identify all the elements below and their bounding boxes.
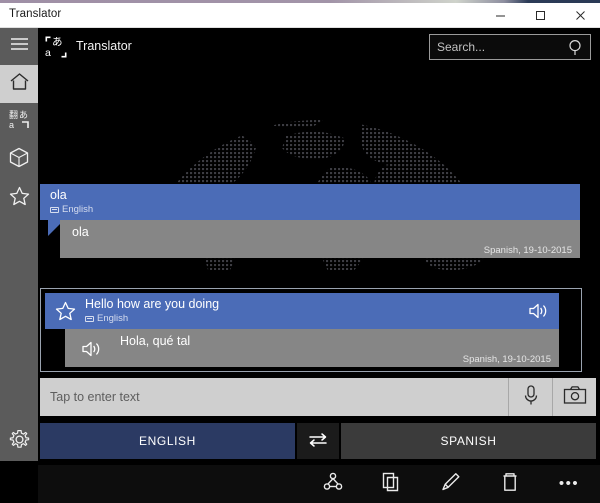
svg-text:a: a xyxy=(45,47,51,59)
source-language-button[interactable]: ENGLISH xyxy=(40,423,295,459)
keyboard-icon xyxy=(85,315,94,322)
source-text: Hello how are you doing xyxy=(85,297,220,311)
translation-bubble[interactable]: ola Spanish, 19-10-2015 xyxy=(60,220,580,258)
close-button[interactable] xyxy=(560,3,600,28)
title-bar: Translator xyxy=(0,3,600,28)
translate-input[interactable] xyxy=(40,378,508,416)
sidebar-item-home[interactable] xyxy=(0,65,38,103)
copy-button[interactable] xyxy=(379,471,405,497)
microphone-button[interactable] xyxy=(508,378,552,416)
main-content: ola English ola Spanish, 19-10-2015 Hell… xyxy=(38,66,600,503)
language-selector-row: ENGLISH SPANISH xyxy=(40,423,596,459)
translate-icon: 翻 あ a xyxy=(9,109,30,135)
pencil-icon xyxy=(440,471,462,498)
maximize-button[interactable] xyxy=(520,3,560,28)
gear-icon xyxy=(9,429,30,455)
conversation-entry-selected[interactable]: Hello how are you doing English Hola, qu… xyxy=(40,288,582,372)
window-controls xyxy=(480,3,600,28)
speaker-icon[interactable] xyxy=(528,301,549,326)
more-button[interactable]: ••• xyxy=(556,471,582,497)
sidebar-item-translate[interactable]: 翻 あ a xyxy=(0,103,38,141)
swap-arrows-icon xyxy=(307,431,329,452)
search-input[interactable] xyxy=(437,35,563,59)
source-language: English xyxy=(50,204,93,215)
camera-button[interactable] xyxy=(552,378,596,416)
source-bubble[interactable]: ola English xyxy=(40,184,580,236)
minimize-button[interactable] xyxy=(480,3,520,28)
sidebar-item-menu[interactable] xyxy=(0,28,38,65)
share-icon xyxy=(322,471,344,498)
source-language-label: English xyxy=(62,204,94,215)
app-title: Translator xyxy=(76,39,132,53)
microphone-icon xyxy=(521,384,541,411)
conversation-entry[interactable]: ola English ola Spanish, 19-10-2015 xyxy=(40,184,580,258)
swap-languages-button[interactable] xyxy=(297,423,339,459)
text-input-row[interactable] xyxy=(40,378,596,416)
translation-text: ola xyxy=(72,225,89,239)
speaker-icon[interactable] xyxy=(81,339,102,364)
translation-bubble[interactable]: Hola, qué tal Spanish, 19-10-2015 xyxy=(65,329,559,367)
search-icon[interactable] xyxy=(568,39,585,61)
svg-text:あ: あ xyxy=(52,36,63,48)
search-box[interactable] xyxy=(429,34,591,60)
translation-text: Hola, qué tal xyxy=(120,334,191,348)
source-language-label: English xyxy=(97,313,129,324)
delete-button[interactable] xyxy=(497,471,523,497)
hamburger-icon xyxy=(10,37,29,56)
window-title: Translator xyxy=(9,8,62,20)
svg-text:a: a xyxy=(9,120,14,130)
target-language-button[interactable]: SPANISH xyxy=(341,423,596,459)
translation-meta: Spanish, 19-10-2015 xyxy=(483,245,572,256)
translator-logo-icon: あ a xyxy=(44,35,68,59)
translation-meta: Spanish, 19-10-2015 xyxy=(462,354,551,365)
rail-spacer xyxy=(0,461,38,503)
source-text: ola xyxy=(50,188,67,202)
svg-text:あ: あ xyxy=(19,110,28,120)
trash-icon xyxy=(499,471,521,498)
copy-icon xyxy=(381,471,403,498)
keyboard-icon xyxy=(50,206,59,213)
translator-window: Translator 翻 あ a あ a Translator Search..… xyxy=(0,0,600,503)
navigation-rail: 翻 あ a xyxy=(0,28,38,503)
cube-icon xyxy=(9,147,29,173)
home-icon xyxy=(9,72,30,96)
svg-text:翻: 翻 xyxy=(9,110,18,120)
star-icon[interactable] xyxy=(55,301,76,326)
edit-button[interactable] xyxy=(438,471,464,497)
sidebar-item-settings[interactable] xyxy=(0,423,38,461)
sidebar-item-language-packs[interactable] xyxy=(0,141,38,179)
camera-icon xyxy=(563,385,587,410)
bottom-app-bar: ••• xyxy=(38,465,600,503)
share-button[interactable] xyxy=(320,471,346,497)
app-header: あ a Translator xyxy=(38,28,600,66)
ellipsis-icon: ••• xyxy=(558,475,580,492)
star-icon xyxy=(9,186,30,211)
sidebar-item-favorites[interactable] xyxy=(0,179,38,217)
source-language: English xyxy=(85,313,128,324)
source-bubble[interactable]: Hello how are you doing English xyxy=(45,293,559,329)
